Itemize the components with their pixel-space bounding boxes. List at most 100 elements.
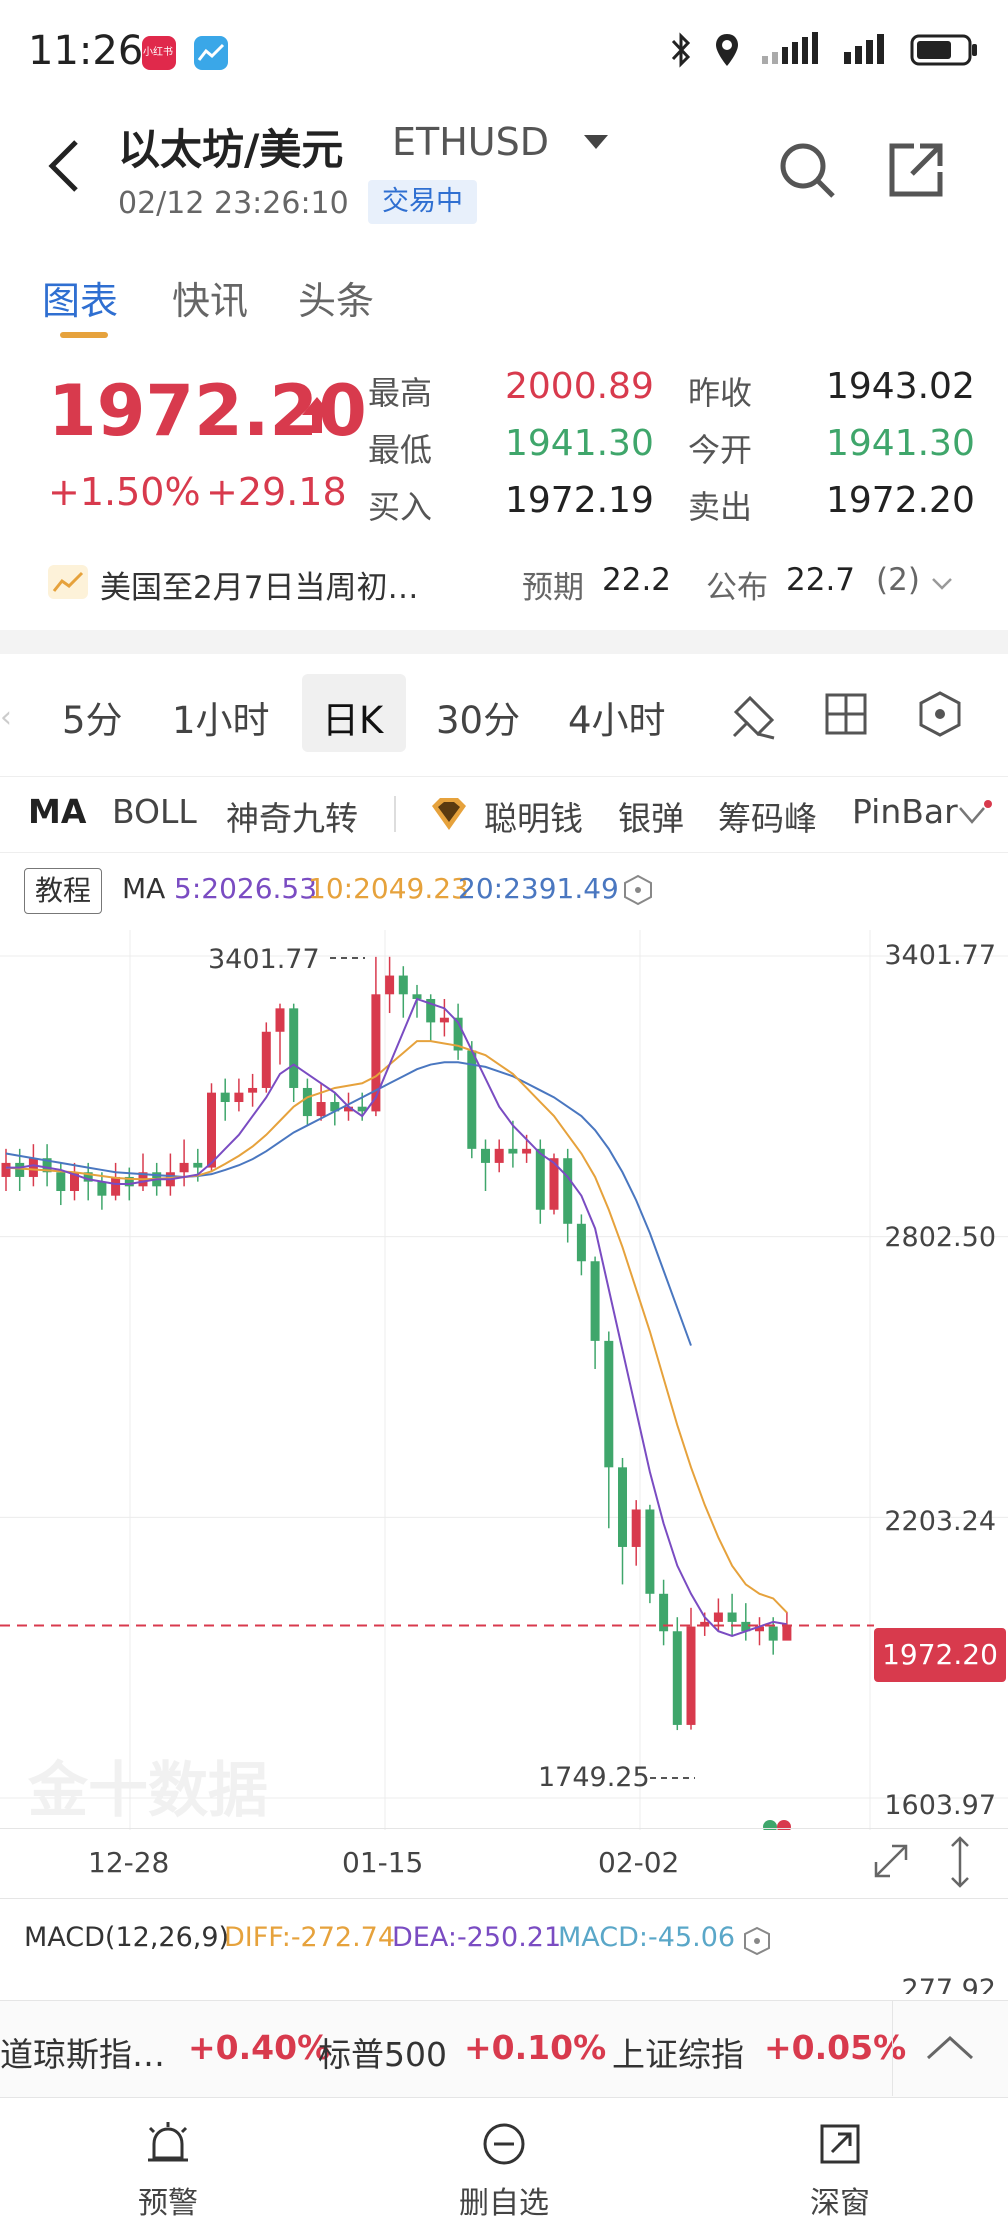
tab-flash-news[interactable]: 快讯 <box>172 270 248 325</box>
section-divider <box>0 630 1008 654</box>
candle-body <box>604 1340 614 1468</box>
candle-body <box>28 1158 38 1177</box>
indicator-ma[interactable]: MA <box>28 792 86 831</box>
chevron-up-icon[interactable] <box>924 2030 976 2066</box>
indicators-expand-icon[interactable] <box>954 800 994 830</box>
prev-close-value: 1943.02 <box>826 366 975 407</box>
ticker-dow-name[interactable]: 道琼斯指… <box>0 2028 165 2076</box>
ticker-sp500-name[interactable]: 标普500 <box>318 2028 447 2076</box>
draw-tool-icon[interactable] <box>728 686 780 742</box>
date-label-3: 02-02 <box>598 1846 680 1879</box>
ma20-line <box>5 1061 692 1346</box>
macd-dea: DEA:-250.21 <box>392 1922 562 1953</box>
nav-float-window-label: 深窗 <box>810 2186 870 2221</box>
y-axis-label-2: 2802.50 <box>884 1222 996 1253</box>
quote-datetime: 02/12 23:26:10 <box>118 186 349 221</box>
candle-body <box>727 1612 737 1622</box>
candle-body <box>398 975 408 995</box>
back-arrow-icon[interactable] <box>44 136 84 196</box>
candle-body <box>289 1008 299 1088</box>
date-label-1: 12-28 <box>88 1846 170 1879</box>
tab-headlines[interactable]: 头条 <box>298 270 374 325</box>
candle-body <box>713 1612 723 1622</box>
event-count[interactable]: (2) <box>876 562 920 598</box>
period-1hour[interactable]: 1小时 <box>172 690 270 744</box>
candle-body <box>316 1102 326 1117</box>
candle-body <box>220 1092 230 1103</box>
macd-settings-icon[interactable] <box>742 1926 772 1956</box>
float-window-icon <box>820 2124 860 2164</box>
tab-chart[interactable]: 图表 <box>42 270 118 325</box>
period-4hour[interactable]: 4小时 <box>568 690 666 744</box>
ticker-sp500-change: +0.10% <box>464 2028 607 2067</box>
indicator-boll[interactable]: BOLL <box>112 792 197 831</box>
stock-app-icon <box>194 36 228 70</box>
indicator-td9[interactable]: 神奇九转 <box>226 792 358 840</box>
bluetooth-icon <box>671 32 691 68</box>
candle-body <box>618 1467 627 1547</box>
period-5min[interactable]: 5分 <box>62 690 123 744</box>
y-axis-label-3: 2203.24 <box>884 1506 996 1537</box>
open-label: 今开 <box>688 431 753 469</box>
diamond-vip-icon <box>432 798 466 830</box>
candle-body <box>439 1017 449 1023</box>
candle-body <box>275 1008 285 1032</box>
candle-body <box>494 1148 504 1163</box>
indicator-pinbar[interactable]: PinBar <box>852 792 970 831</box>
period-daily[interactable]: 日K <box>322 690 383 744</box>
current-price-tag: 1972.20 <box>874 1628 1006 1682</box>
indicator-silver-bullet[interactable]: 银弹 <box>618 792 684 840</box>
ticker-shanghai-name[interactable]: 上证综指 <box>612 2028 744 2076</box>
candle-body <box>385 975 395 995</box>
high-value: 2000.89 <box>505 366 654 407</box>
ma5-legend: 5:2026.53 <box>174 872 318 905</box>
ticker-shanghai-change: +0.05% <box>764 2028 907 2067</box>
tutorial-button[interactable]: 教程 <box>24 868 103 914</box>
change-amount: +29.18 <box>206 470 347 514</box>
candle-body <box>111 1176 121 1196</box>
candle-body <box>590 1261 600 1341</box>
open-value: 1941.30 <box>826 423 975 464</box>
dropdown-caret-icon[interactable] <box>584 135 608 149</box>
candle-body <box>56 1172 66 1192</box>
candle-body <box>481 1148 490 1163</box>
candlestick-chart[interactable] <box>0 930 1008 1830</box>
indicator-chip-peak[interactable]: 筹码峰 <box>718 792 817 840</box>
search-icon[interactable] <box>775 138 839 202</box>
macd-axis-label: 277.92 <box>901 1974 996 1994</box>
candle-body <box>645 1509 655 1594</box>
actual-label: 公布 <box>706 570 768 606</box>
ask-value: 1972.20 <box>826 480 975 521</box>
nav-float-window[interactable]: 深窗 <box>740 2120 940 2222</box>
xiaohongshu-app-icon: 小红书 <box>142 36 176 70</box>
y-axis-label-4: 1603.97 <box>884 1790 996 1821</box>
vertical-resize-icon[interactable] <box>944 1834 976 1890</box>
indicator-separator <box>394 796 396 832</box>
settings-hex-icon[interactable] <box>916 690 964 738</box>
fullscreen-icon[interactable] <box>868 1838 914 1884</box>
bid-label: 买入 <box>368 488 433 526</box>
candle-body <box>207 1092 216 1168</box>
actual-value: 22.7 <box>786 562 856 598</box>
divider-line-2 <box>0 852 1008 853</box>
layout-grid-icon[interactable] <box>824 692 868 736</box>
share-icon[interactable] <box>884 138 948 202</box>
period-30min[interactable]: 30分 <box>436 690 520 744</box>
candle-body <box>782 1625 792 1641</box>
economic-event-icon[interactable] <box>48 565 88 599</box>
nav-remove-watchlist[interactable]: 删自选 <box>404 2120 604 2222</box>
ma-settings-icon[interactable] <box>622 874 654 906</box>
low-label: 最低 <box>368 431 433 469</box>
chevron-down-icon[interactable] <box>930 574 954 594</box>
candle-body <box>179 1162 189 1173</box>
signal-icon-2 <box>844 34 884 64</box>
candle-body <box>248 1087 258 1093</box>
expected-label: 预期 <box>522 570 584 606</box>
symbol-selector[interactable]: ETHUSD <box>392 120 549 164</box>
indicator-smart-money[interactable]: 聪明钱 <box>484 792 583 840</box>
ma10-line <box>5 1040 788 1614</box>
high-marker-label: 3401.77 <box>208 944 320 975</box>
chart-line-icon <box>197 43 225 61</box>
economic-event-text[interactable]: 美国至2月7日当周初… <box>100 562 418 607</box>
nav-alert[interactable]: 预警 <box>68 2120 268 2222</box>
